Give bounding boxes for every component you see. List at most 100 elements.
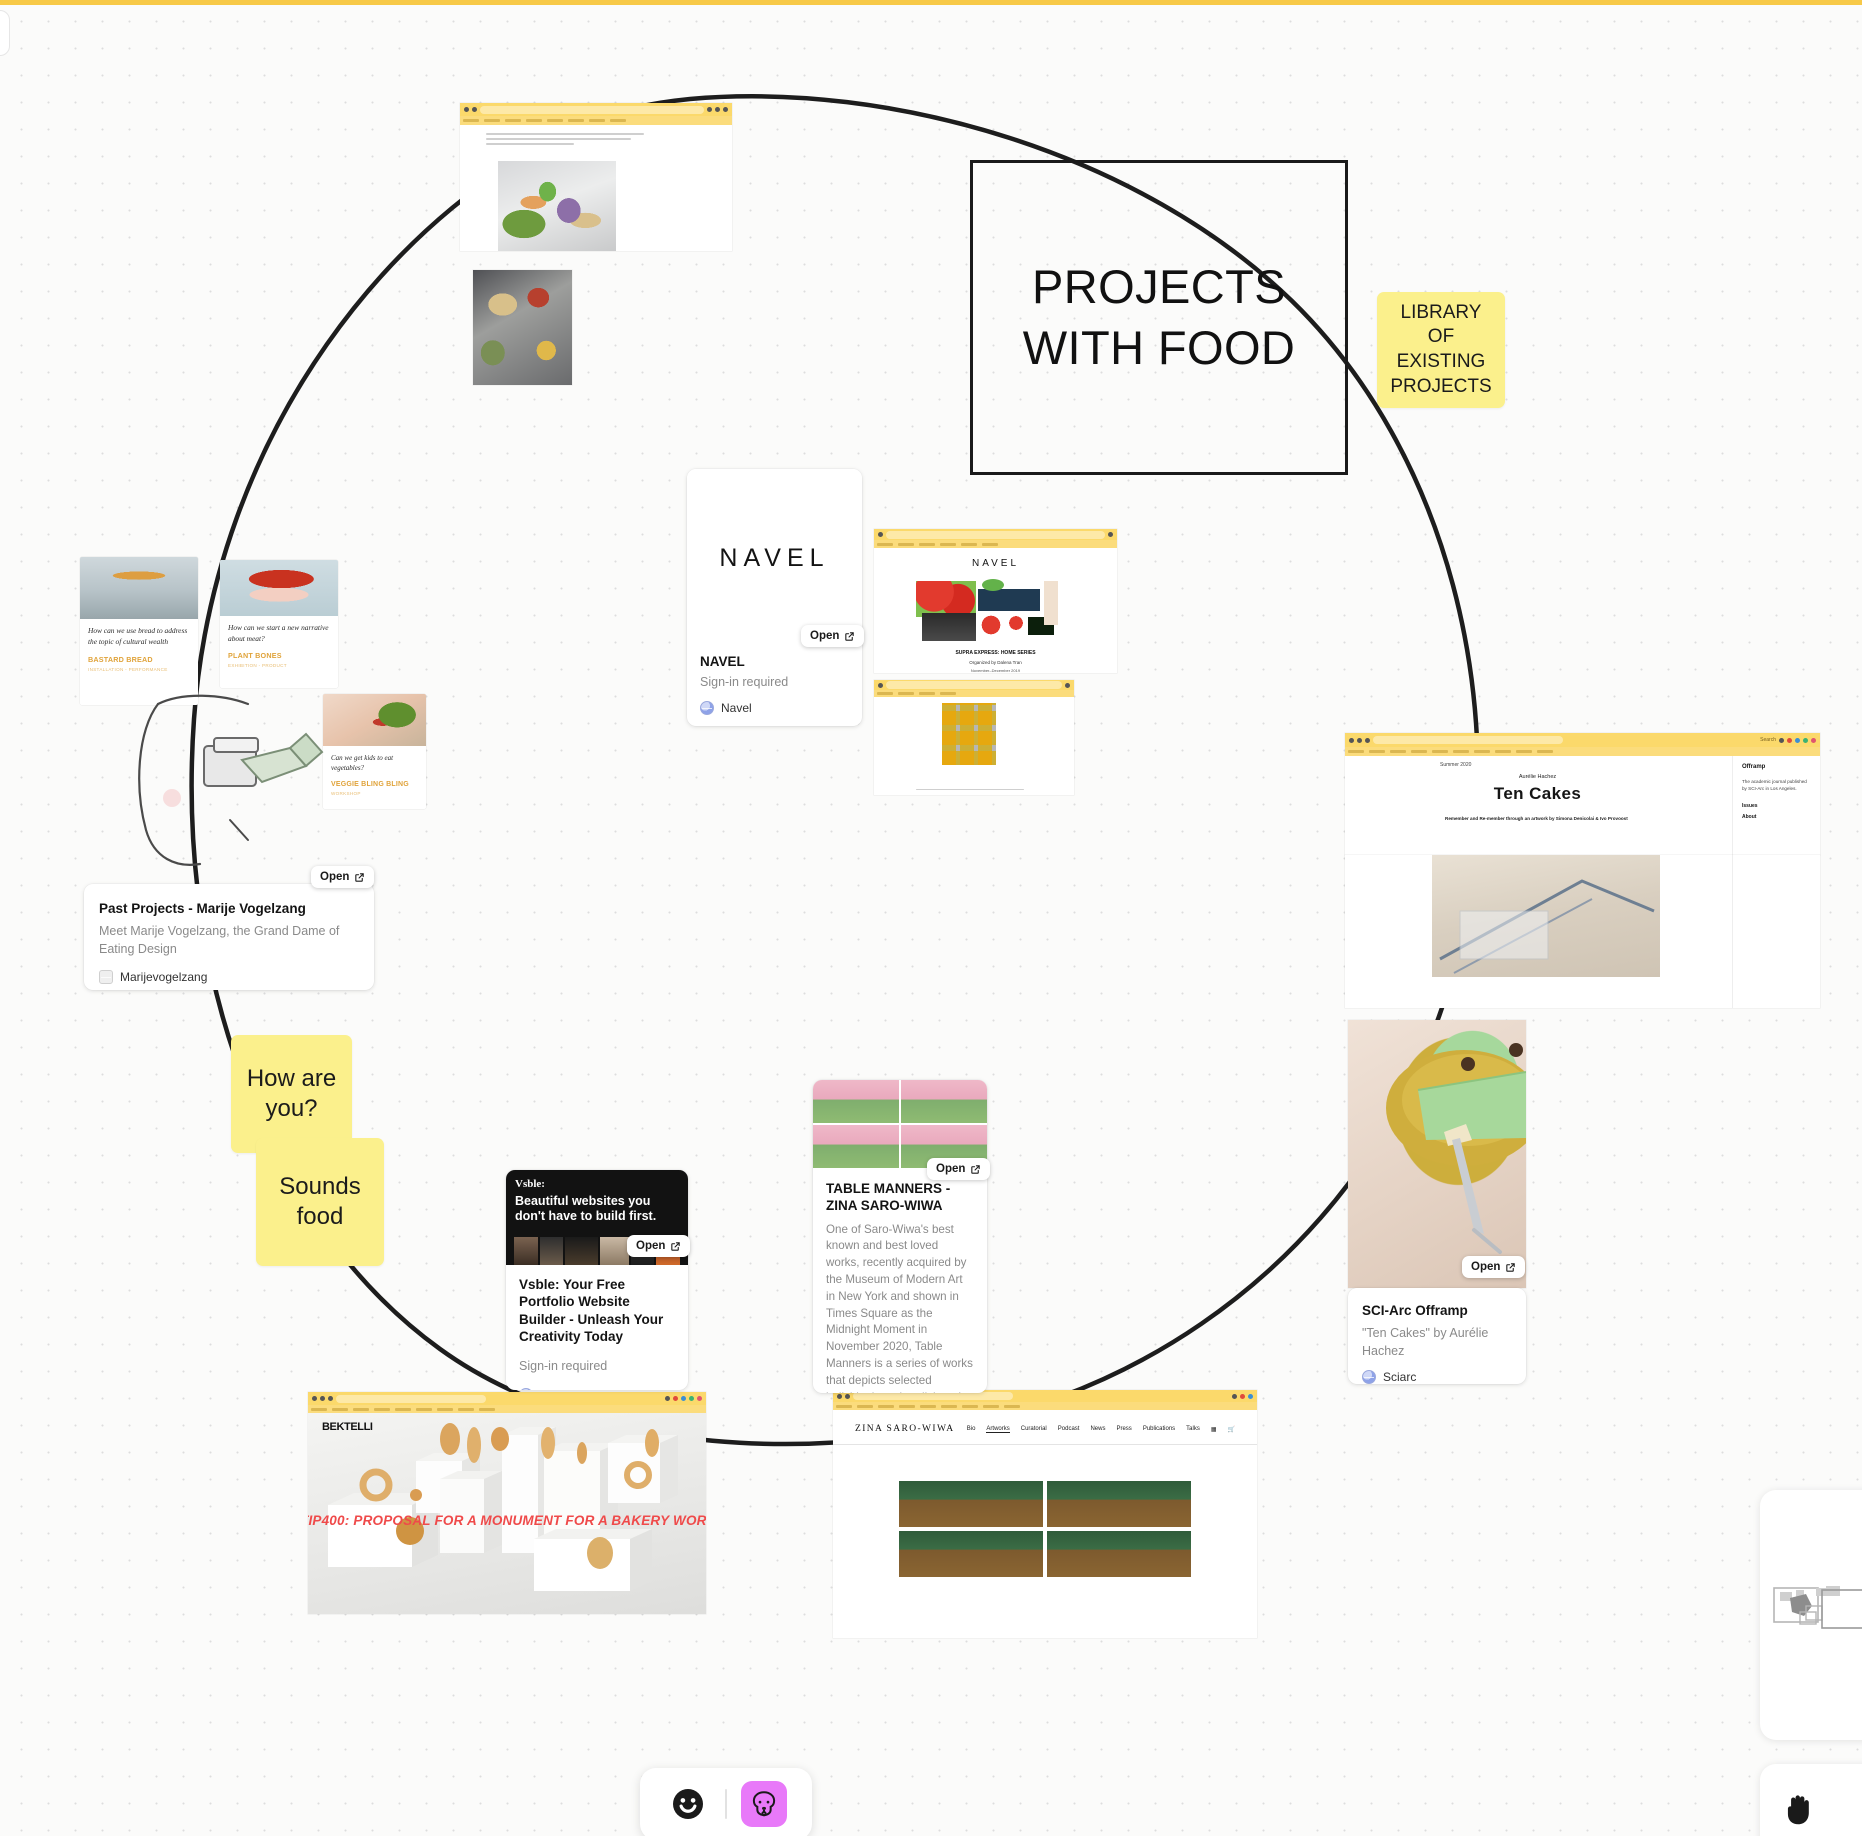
card-title: NAVEL bbox=[700, 654, 745, 669]
open-button-label: Open bbox=[810, 630, 840, 642]
offramp-subheading: Remember and Re-member through an artwor… bbox=[1445, 816, 1628, 821]
offramp-issue: Summer 2020 bbox=[1440, 762, 1472, 768]
screenshot-page-content bbox=[874, 697, 1074, 795]
project-tile-plant-bones[interactable]: How can we start a new narrative about m… bbox=[220, 560, 338, 688]
reaction-button[interactable] bbox=[665, 1781, 711, 1827]
ten-cakes-photo bbox=[1432, 855, 1660, 977]
offramp-sidebar: Offramp The academic journal published b… bbox=[1732, 756, 1820, 855]
screenshot-offramp-body[interactable] bbox=[1345, 855, 1820, 1008]
globe-favicon-icon bbox=[700, 701, 714, 716]
offramp-sidebar-link-about[interactable]: About bbox=[1742, 814, 1811, 820]
zina-artwork-4[interactable] bbox=[1047, 1531, 1191, 1577]
screenshot-navel-site-top[interactable]: NAVEL SUPRA EXPRESS: HOME SERIES Organiz… bbox=[874, 529, 1117, 673]
card-title: Vsble: Your Free Portfolio Website Build… bbox=[519, 1277, 664, 1344]
open-button-label: Open bbox=[320, 871, 350, 883]
nav-press[interactable]: Press bbox=[1116, 1426, 1131, 1433]
nav-podcast[interactable]: Podcast bbox=[1058, 1426, 1080, 1433]
sandwich-doodle bbox=[138, 694, 324, 866]
browser-chrome-bar: Search bbox=[1345, 733, 1820, 747]
whiteboard-canvas[interactable]: PROJECTS WITH FOOD LIBRARY OF EXISTING P… bbox=[0, 0, 1862, 1836]
bookmark-card-marije-vogelzang[interactable]: Past Projects - Marije Vogelzang Meet Ma… bbox=[84, 884, 374, 990]
pan-tool-button[interactable] bbox=[1760, 1764, 1862, 1836]
screenshot-page-content: NAVEL SUPRA EXPRESS: HOME SERIES Organiz… bbox=[874, 548, 1117, 673]
screenshot-page-content: BEKTELLI TIP400: PROPOSAL FOR A MONUMENT… bbox=[308, 1413, 706, 1614]
browser-url-bar[interactable] bbox=[853, 1392, 1013, 1400]
screenshot-kitchen-photo[interactable] bbox=[473, 270, 572, 385]
browser-chrome-bar bbox=[460, 103, 732, 116]
page-title: PROJECTS WITH FOOD bbox=[1022, 260, 1296, 374]
table-manners-frame-3 bbox=[813, 1125, 899, 1168]
grid-view-icon[interactable]: ▦ bbox=[1211, 1426, 1217, 1433]
screenshot-page-content bbox=[460, 125, 732, 251]
bookmark-card-sciarc[interactable]: SCI-Arc Offramp "Ten Cakes" by Aurélie H… bbox=[1348, 1288, 1526, 1384]
plant-bones-photo bbox=[220, 560, 338, 616]
browser-url-bar[interactable] bbox=[336, 1394, 486, 1403]
zina-site-header: ZINA SARO-WIWA Bio Artworks Curatorial P… bbox=[833, 1410, 1257, 1445]
nav-news[interactable]: News bbox=[1090, 1426, 1105, 1433]
browser-url-bar[interactable] bbox=[480, 105, 704, 114]
nav-talks[interactable]: Talks bbox=[1186, 1426, 1200, 1433]
offramp-sidebar-link-issues[interactable]: Issues bbox=[1742, 803, 1811, 809]
sciarc-card-thumbnail[interactable] bbox=[1348, 1020, 1526, 1288]
browser-search-placeholder: Search bbox=[1760, 737, 1776, 743]
nav-bio[interactable]: Bio bbox=[967, 1426, 976, 1433]
cart-icon[interactable]: 🛒 bbox=[1228, 1426, 1235, 1433]
left-edge-panel-handle[interactable] bbox=[0, 10, 10, 56]
browser-bookmarks-bar bbox=[833, 1402, 1257, 1410]
external-link-icon bbox=[671, 1241, 681, 1251]
screenshot-bektelli[interactable]: BEKTELLI TIP400: PROPOSAL FOR A MONUMENT… bbox=[308, 1392, 706, 1614]
title-frame[interactable]: PROJECTS WITH FOOD bbox=[970, 160, 1348, 475]
browser-chrome-bar bbox=[874, 680, 1074, 690]
browser-bookmarks-bar bbox=[874, 540, 1117, 548]
cupcakes-photo bbox=[942, 703, 996, 765]
zina-site-nav[interactable]: Bio Artworks Curatorial Podcast News Pre… bbox=[967, 1426, 1235, 1433]
table-manners-frame-1 bbox=[813, 1080, 899, 1123]
open-button-sciarc[interactable]: Open bbox=[1462, 1256, 1526, 1278]
card-description: "Ten Cakes" by Aurélie Hachez bbox=[1362, 1326, 1489, 1359]
open-button-marije[interactable]: Open bbox=[311, 866, 375, 888]
browser-url-bar[interactable] bbox=[1373, 736, 1563, 744]
bookmark-card-vsble[interactable]: Vsble: Beautiful websites you don't have… bbox=[506, 1170, 688, 1390]
hand-icon bbox=[1787, 1795, 1809, 1825]
card-description: One of Saro-Wiwa's best known and best l… bbox=[826, 1222, 973, 1393]
card-thumbnail: NAVEL bbox=[687, 469, 862, 647]
card-source: Navel bbox=[700, 701, 849, 716]
zina-artwork-3[interactable] bbox=[899, 1531, 1043, 1577]
open-button-table-manners[interactable]: Open bbox=[927, 1158, 991, 1180]
card-description: Meet Marije Vogelzang, the Grand Dame of… bbox=[99, 924, 340, 957]
cursor-style-button[interactable] bbox=[741, 1781, 787, 1827]
navel-caption-bold: SUPRA EXPRESS: HOME SERIES bbox=[955, 650, 1036, 656]
browser-url-bar[interactable] bbox=[886, 681, 1062, 689]
screenshot-offramp-ten-cakes[interactable]: Search Summer 2020 Aurélie Hachez Ten Ca… bbox=[1345, 733, 1820, 855]
navel-caption-by: Organized by Dalena Tran bbox=[969, 660, 1022, 665]
zina-artwork-1[interactable] bbox=[899, 1481, 1043, 1527]
card-source-label: Sciarc bbox=[1383, 1369, 1417, 1384]
bottom-toolbar[interactable] bbox=[640, 1768, 812, 1836]
screenshot-zina-saro-wiwa-site[interactable]: ZINA SARO-WIWA Bio Artworks Curatorial P… bbox=[833, 1390, 1257, 1638]
project-question: How can we start a new narrative about m… bbox=[228, 623, 329, 643]
nav-artworks[interactable]: Artworks bbox=[986, 1426, 1010, 1433]
browser-url-bar[interactable] bbox=[886, 530, 1105, 539]
open-button-vsble[interactable]: Open bbox=[627, 1235, 691, 1257]
sticky-note-library-of-existing-projects[interactable]: LIBRARY OF EXISTING PROJECTS bbox=[1377, 292, 1505, 408]
card-thumbnail bbox=[813, 1080, 987, 1168]
project-tile-bastard-bread[interactable]: How can we use bread to address the topi… bbox=[80, 557, 198, 705]
bookmark-card-navel[interactable]: NAVEL NAVEL Sign-in required Navel bbox=[687, 469, 862, 726]
card-source: Sciarc bbox=[1362, 1369, 1512, 1384]
sticky-note-how-are-you[interactable]: How are you? bbox=[231, 1035, 352, 1153]
screenshot-food-article[interactable] bbox=[460, 103, 732, 251]
dog-face-icon bbox=[752, 1791, 776, 1817]
screenshot-navel-site-bottom[interactable] bbox=[874, 680, 1074, 795]
minimap-panel[interactable] bbox=[1760, 1490, 1862, 1740]
green-cake-photo bbox=[1348, 1020, 1526, 1288]
bookmark-card-table-manners[interactable]: TABLE MANNERS - ZINA SARO-WIWA One of Sa… bbox=[813, 1080, 987, 1393]
nav-curatorial[interactable]: Curatorial bbox=[1021, 1426, 1047, 1433]
zina-artwork-2[interactable] bbox=[1047, 1481, 1191, 1527]
nav-publications[interactable]: Publications bbox=[1143, 1426, 1175, 1433]
card-title: SCI-Arc Offramp bbox=[1362, 1303, 1468, 1318]
project-tags: EXHIBITION - PRODUCT bbox=[228, 663, 287, 669]
card-source-label: Marijevogelzang bbox=[120, 969, 208, 984]
screenshot-page-content bbox=[1345, 855, 1820, 1008]
sticky-note-sounds-food[interactable]: Sounds food bbox=[256, 1138, 384, 1266]
open-button-navel[interactable]: Open bbox=[801, 625, 865, 647]
